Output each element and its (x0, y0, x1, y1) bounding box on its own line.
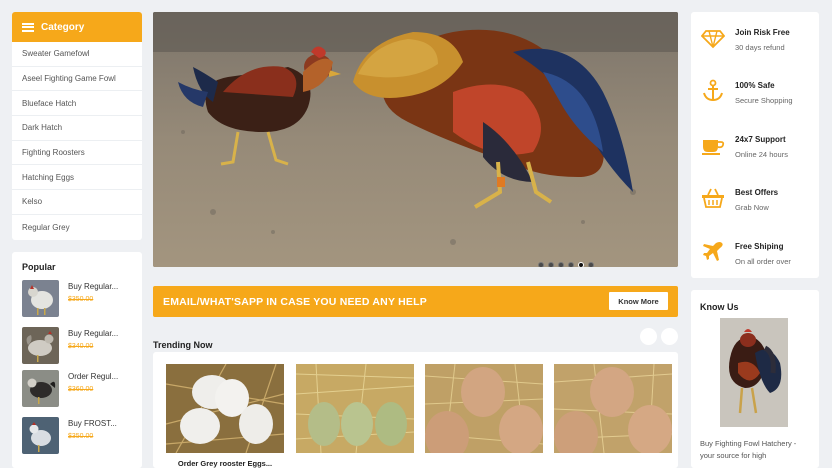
popular-title: Popular (22, 262, 56, 272)
product-thumbnail[interactable] (22, 280, 59, 317)
category-item[interactable]: Dark Hatch (12, 116, 142, 141)
product-image[interactable] (296, 364, 414, 453)
product-thumbnail[interactable] (22, 417, 59, 454)
feature-item: Free Shiping On all order over (701, 240, 816, 280)
trending-card[interactable]: Order Grey rooster Eggs... (166, 364, 284, 468)
popular-item-price: $340.00 (68, 343, 94, 350)
slider-dot[interactable] (588, 262, 594, 267)
feature-subtitle: Online 24 hours (735, 150, 788, 159)
help-banner-text: EMAIL/WHAT'SAPP IN CASE YOU NEED ANY HEL… (163, 295, 427, 308)
category-item[interactable]: Kelso (12, 190, 142, 215)
popular-item-name[interactable]: Buy Regular... (68, 282, 118, 291)
know-more-button[interactable]: Know More (609, 292, 668, 310)
product-thumbnail[interactable] (22, 327, 59, 364)
trending-next-button[interactable] (661, 328, 678, 345)
feature-item: 24x7 Support Online 24 hours (701, 133, 816, 173)
airplane-icon (703, 242, 723, 261)
feature-subtitle: Grab Now (735, 203, 769, 212)
slider-dot[interactable] (538, 262, 544, 267)
basket-icon (702, 188, 724, 208)
category-header-label: Category (41, 21, 85, 33)
feature-title: 100% Safe (735, 81, 775, 90)
trending-card[interactable] (554, 364, 672, 468)
slider-dot-active[interactable] (578, 262, 584, 267)
know-us-image (720, 318, 788, 427)
slider-dot[interactable] (558, 262, 564, 267)
feature-title: 24x7 Support (735, 135, 786, 144)
category-item[interactable]: Regular Grey (12, 215, 142, 240)
feature-title: Free Shiping (735, 242, 784, 251)
feature-subtitle: Secure Shopping (735, 96, 793, 105)
product-image[interactable] (554, 364, 672, 453)
feature-item: Join Risk Free 30 days refund (701, 26, 816, 66)
trending-item-name[interactable]: Order Grey rooster Eggs... (166, 459, 284, 468)
page: Category Sweater Gamefowl Aseel Fighting… (0, 0, 832, 468)
hero-slider[interactable] (153, 12, 678, 267)
popular-item[interactable]: Buy FROST... $350.00 (22, 417, 137, 455)
trending-title: Trending Now (153, 340, 213, 350)
category-item[interactable]: Aseel Fighting Game Fowl (12, 67, 142, 92)
slider-dots (538, 262, 594, 267)
category-list: Sweater Gamefowl Aseel Fighting Game Fow… (12, 42, 142, 240)
product-thumbnail[interactable] (22, 370, 59, 407)
feature-title: Best Offers (735, 188, 779, 197)
trending-prev-button[interactable] (640, 328, 657, 345)
popular-item-name[interactable]: Buy Regular... (68, 329, 118, 338)
popular-item-name[interactable]: Order Regul... (68, 372, 118, 381)
popular-item[interactable]: Buy Regular... $340.00 (22, 327, 137, 365)
slider-dot[interactable] (568, 262, 574, 267)
popular-item-price: $350.00 (68, 433, 94, 440)
menu-icon (22, 22, 34, 32)
know-us-text: Buy Fighting Fowl Hatchery - your source… (700, 439, 797, 460)
popular-item-name[interactable]: Buy FROST... (68, 419, 117, 428)
category-item[interactable]: Sweater Gamefowl (12, 42, 142, 67)
popular-item-price: $360.00 (68, 386, 94, 393)
coffee-cup-icon (702, 140, 725, 155)
feature-item: Best Offers Grab Now (701, 186, 816, 226)
feature-title: Join Risk Free (735, 28, 790, 37)
trending-card[interactable] (296, 364, 414, 468)
trending-card[interactable] (425, 364, 543, 468)
feature-subtitle: On all order over (735, 257, 791, 266)
hero-image (153, 12, 678, 267)
popular-panel: Popular Buy Regular... $350.00 Buy Regul… (12, 252, 142, 468)
diamond-icon (701, 30, 725, 49)
features-panel: Join Risk Free 30 days refund 100% Safe … (691, 12, 819, 278)
anchor-icon (703, 79, 723, 102)
help-banner: EMAIL/WHAT'SAPP IN CASE YOU NEED ANY HEL… (153, 286, 678, 317)
feature-item: 100% Safe Secure Shopping (701, 79, 816, 119)
category-item[interactable]: Fighting Roosters (12, 141, 142, 166)
category-header[interactable]: Category (12, 12, 142, 42)
category-item[interactable]: Blueface Hatch (12, 91, 142, 117)
category-item[interactable]: Hatching Eggs (12, 165, 142, 191)
popular-item-price: $350.00 (68, 296, 94, 303)
know-us-panel: Know Us Buy Fighting Fowl Hatchery - you… (691, 290, 819, 468)
popular-item[interactable]: Order Regul... $360.00 (22, 370, 137, 408)
popular-item[interactable]: Buy Regular... $350.00 (22, 280, 137, 318)
know-us-title: Know Us (700, 302, 739, 312)
feature-subtitle: 30 days refund (735, 43, 785, 52)
product-image[interactable] (425, 364, 543, 453)
slider-dot[interactable] (548, 262, 554, 267)
product-image[interactable] (166, 364, 284, 453)
